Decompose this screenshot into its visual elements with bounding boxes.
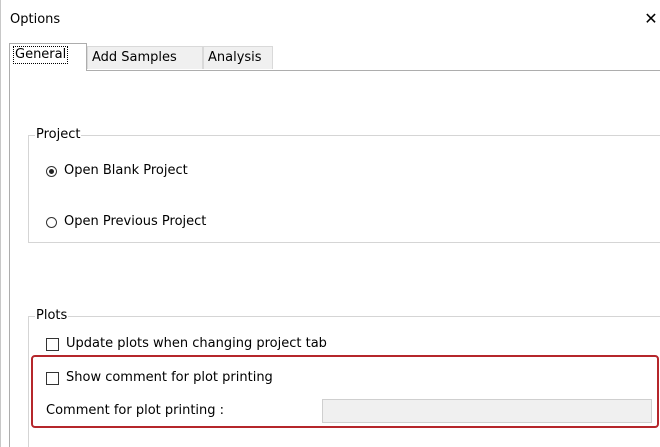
tab-add-samples[interactable]: Add Samples <box>87 46 203 69</box>
tab-analysis[interactable]: Analysis <box>203 46 273 69</box>
radio-open-blank-project-label: Open Blank Project <box>64 163 188 178</box>
radio-unselected-icon[interactable] <box>46 216 57 228</box>
options-dialog: Options ✕ General Add Samples Analysis P… <box>0 0 660 447</box>
tab-general-label: General <box>12 46 69 64</box>
radio-selected-icon[interactable] <box>46 165 57 177</box>
tab-add-samples-label: Add Samples <box>92 50 177 65</box>
checkbox-box-icon[interactable] <box>46 371 59 385</box>
tab-strip: General Add Samples Analysis <box>9 43 660 71</box>
checkbox-box-icon[interactable] <box>46 337 59 351</box>
plots-group-title: Plots <box>35 308 69 324</box>
checkbox-update-plots[interactable]: Update plots when changing project tab <box>46 335 327 353</box>
radio-open-previous-project[interactable]: Open Previous Project <box>46 213 206 231</box>
comment-field-label-text: Comment for plot printing : <box>46 403 225 418</box>
radio-open-previous-project-label: Open Previous Project <box>64 214 207 229</box>
tab-analysis-label: Analysis <box>208 50 262 65</box>
dialog-title: Options <box>10 12 61 27</box>
comment-field-label: Comment for plot printing : <box>46 402 224 420</box>
tab-general[interactable]: General <box>9 43 87 71</box>
comment-input[interactable] <box>322 399 652 423</box>
close-icon[interactable]: ✕ <box>641 8 660 30</box>
checkbox-show-comment-label: Show comment for plot printing <box>66 370 273 385</box>
checkbox-show-comment[interactable]: Show comment for plot printing <box>46 369 273 387</box>
title-bar: Options ✕ <box>1 0 660 36</box>
project-group-title: Project <box>35 127 82 143</box>
checkbox-update-plots-label: Update plots when changing project tab <box>66 336 327 351</box>
radio-open-blank-project[interactable]: Open Blank Project <box>46 162 188 180</box>
